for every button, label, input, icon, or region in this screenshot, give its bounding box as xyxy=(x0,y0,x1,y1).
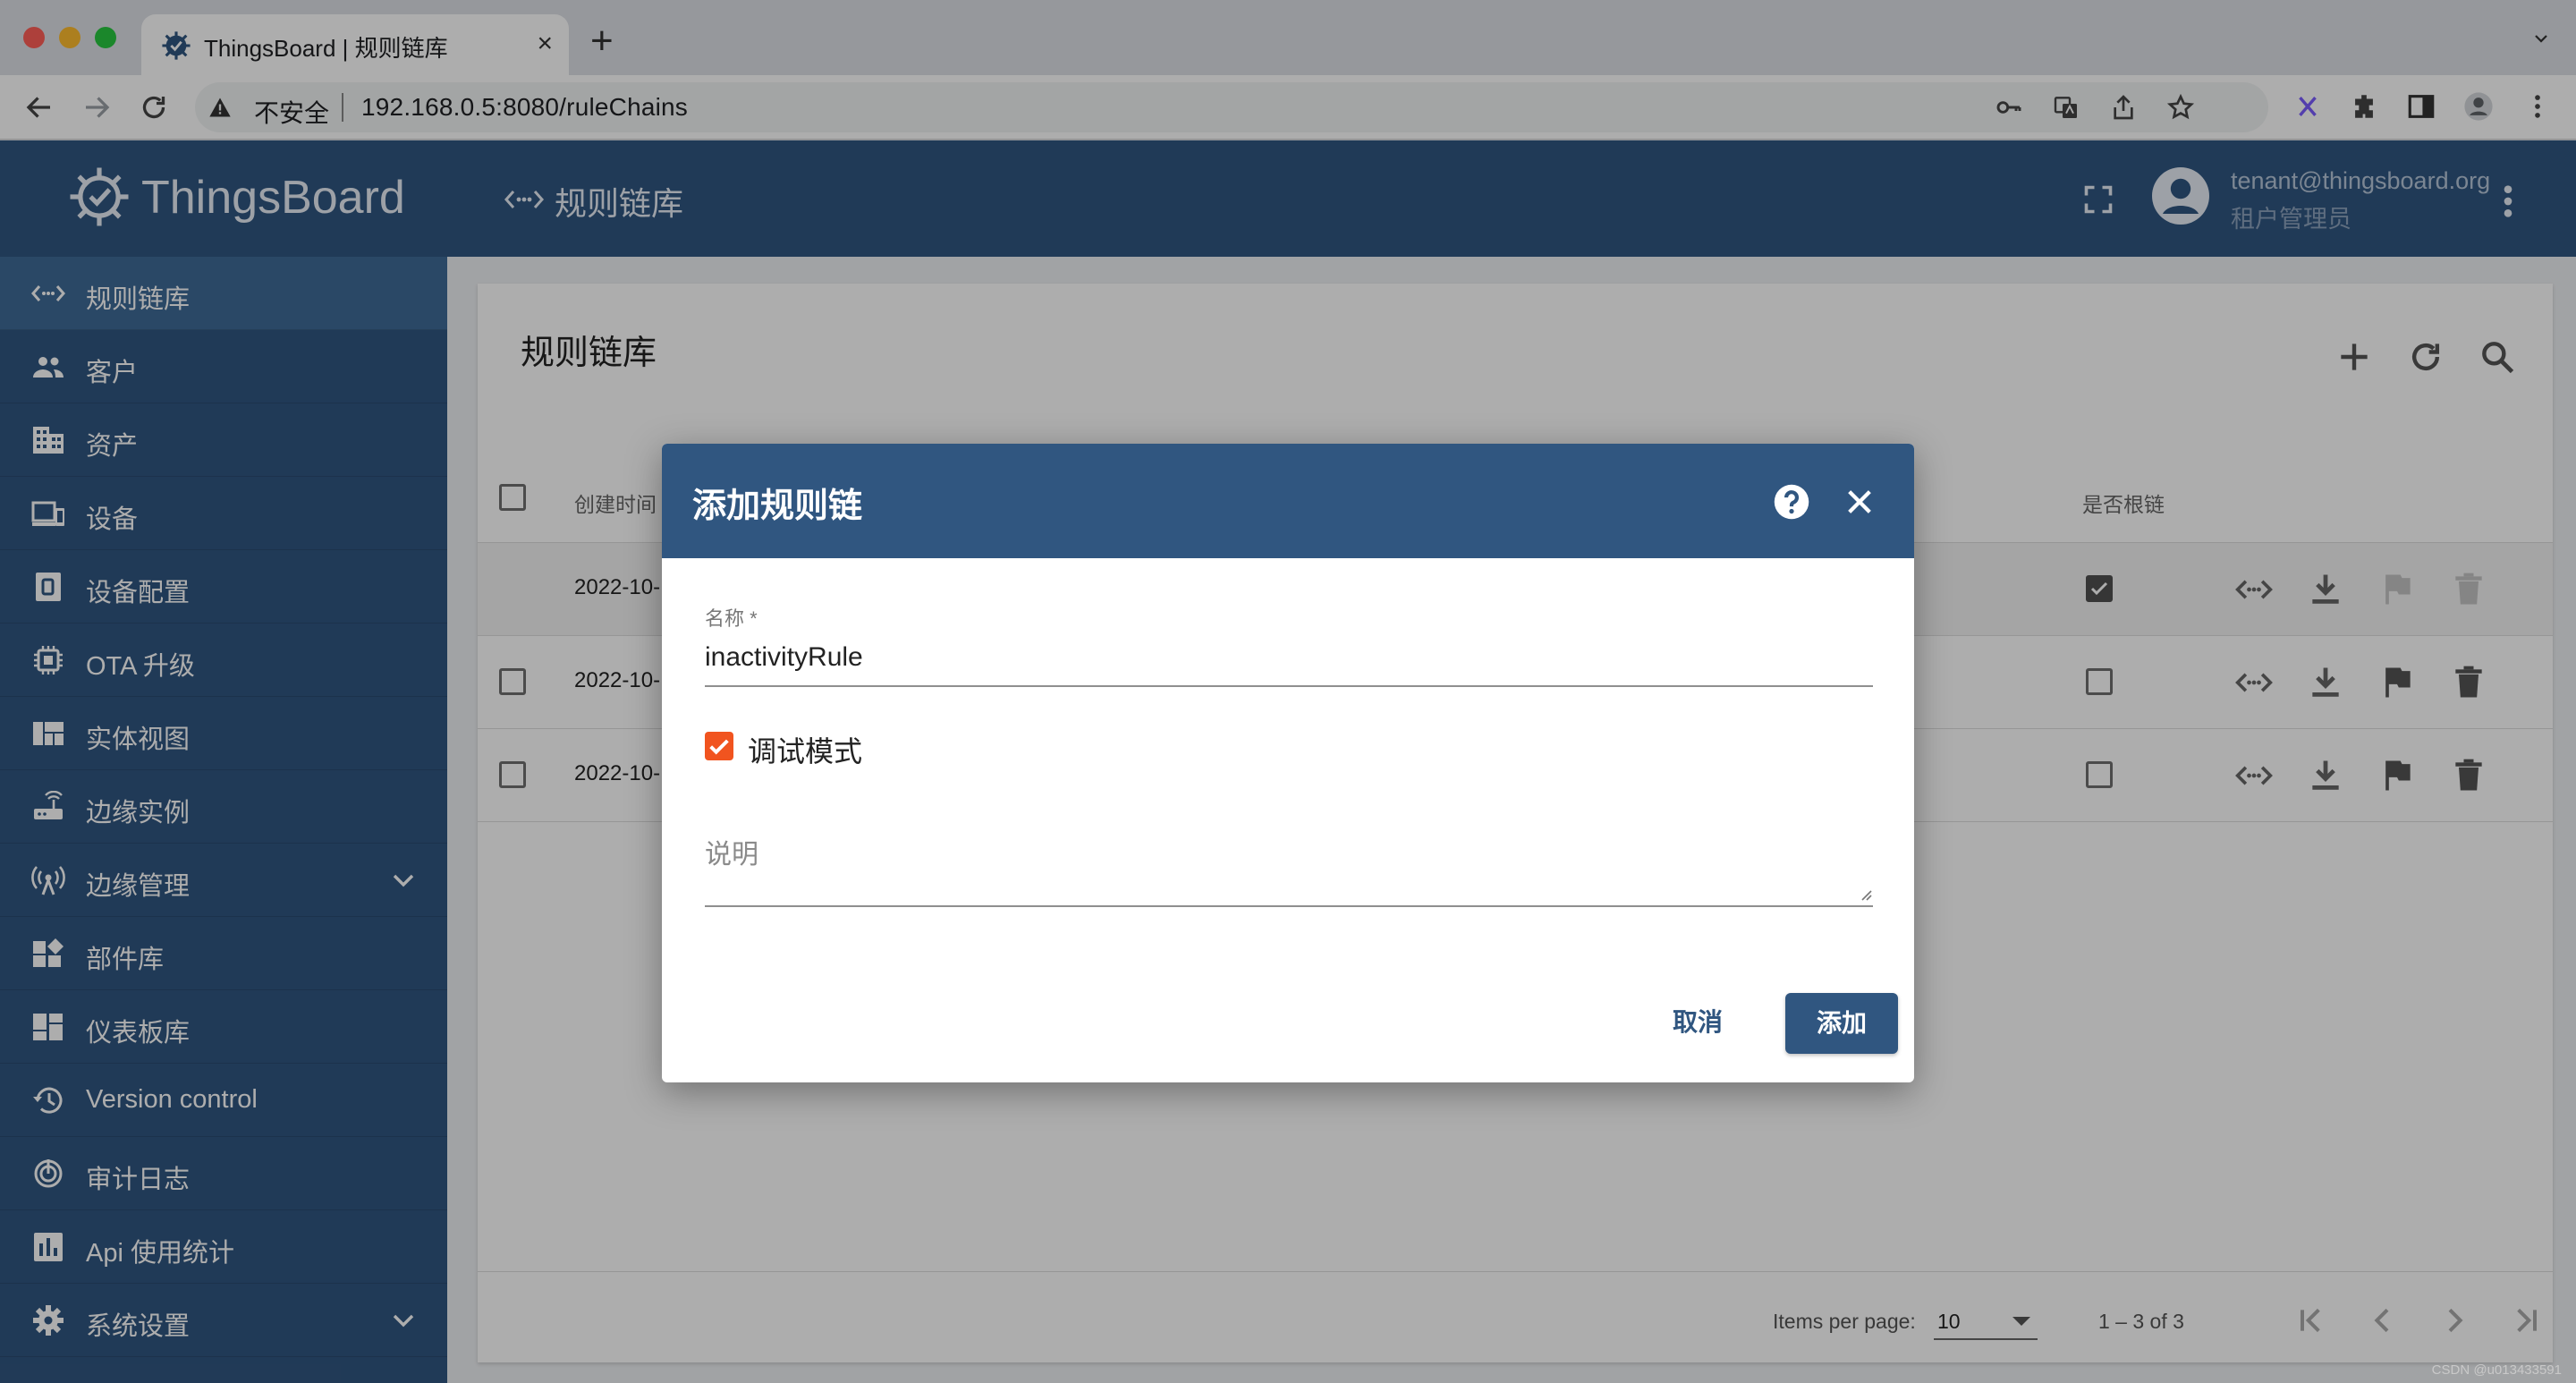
dialog-header: 添加规则链 xyxy=(662,444,1914,558)
dialog-title: 添加规则链 xyxy=(692,488,863,525)
name-field-input[interactable]: inactivityRule xyxy=(705,642,863,673)
description-underline xyxy=(705,905,1873,907)
cancel-button[interactable]: 取消 xyxy=(1653,1000,1742,1045)
add-rule-chain-dialog: 添加规则链 名称 * inactivityRule 调试模式 说明 取消 添加 xyxy=(662,444,1914,1082)
name-field-underline xyxy=(705,685,1873,687)
name-field-label: 名称 * xyxy=(705,607,758,630)
checkmark-icon xyxy=(709,739,729,755)
watermark: CSDN @u013433591 xyxy=(2431,1362,2562,1378)
debug-mode-label[interactable]: 调试模式 xyxy=(748,729,862,770)
debug-mode-checkbox[interactable] xyxy=(705,732,733,760)
help-icon[interactable] xyxy=(1773,483,1810,521)
close-icon[interactable] xyxy=(1844,487,1875,517)
textarea-resize-handle-icon[interactable] xyxy=(1857,886,1873,902)
add-button[interactable]: 添加 xyxy=(1785,993,1898,1054)
description-field[interactable]: 说明 xyxy=(705,832,758,871)
